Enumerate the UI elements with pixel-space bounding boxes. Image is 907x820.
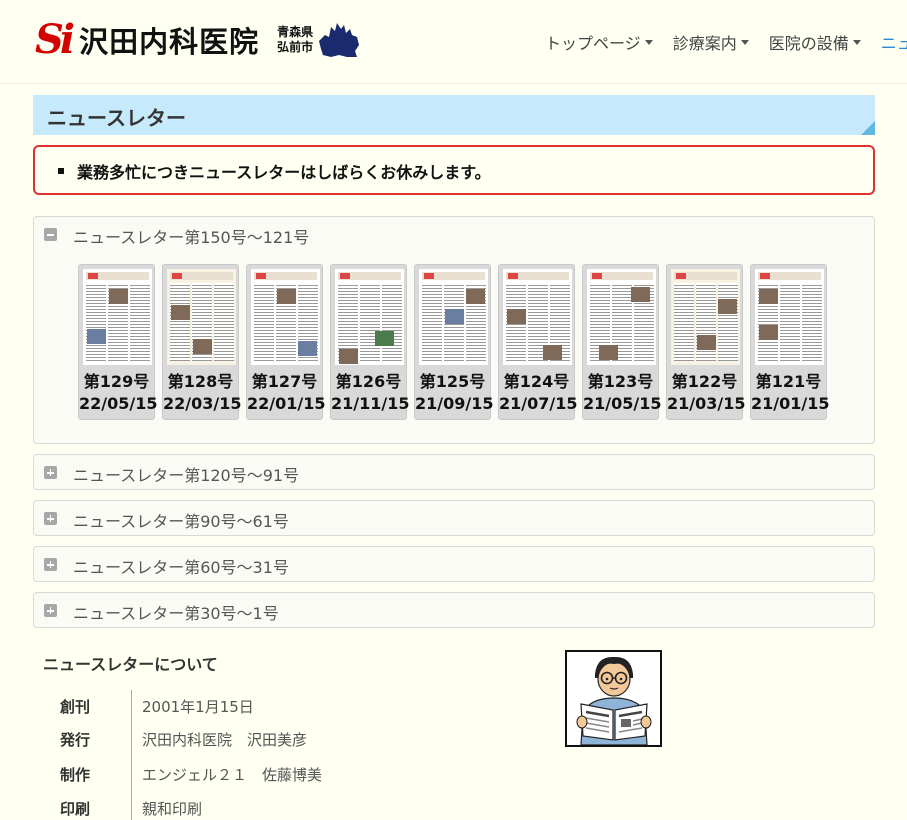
accordion-header[interactable]: ニュースレター第90号〜61号: [34, 501, 874, 536]
logo-mark: Si: [35, 16, 75, 63]
accordion-panel-90-61: ニュースレター第90号〜61号: [33, 500, 875, 536]
plus-icon: [44, 604, 57, 617]
accordion-label: ニュースレター第120号〜91号: [73, 466, 300, 485]
about-value: 2001年1月15日: [142, 698, 254, 716]
about-heading: ニュースレターについて: [43, 655, 218, 674]
main-nav: トップページ 診療案内 医院の設備 ニュ: [545, 30, 907, 54]
about-key: 印刷: [60, 800, 91, 818]
nav-label: ニュ: [880, 34, 907, 53]
about-value: エンジェル２１ 佐藤博美: [142, 766, 323, 784]
notice-box: 業務多忙につきニュースレターはしばらくお休みします。: [33, 145, 875, 195]
issue-date: 21/09/15: [415, 394, 494, 413]
nav-label: 医院の設備: [768, 34, 849, 53]
about-value: 親和印刷: [142, 800, 203, 818]
newspaper-reader-icon: [576, 656, 652, 746]
issue-date: 21/05/15: [583, 394, 662, 413]
issue-number: 第123号: [587, 372, 654, 391]
issue-date: 22/01/15: [247, 394, 326, 413]
issue-date: 21/03/15: [667, 394, 746, 413]
accordion-label: ニュースレター第150号〜121号: [73, 228, 310, 247]
newsletter-thumbnail: [83, 269, 152, 365]
accordion-panel-60-31: ニュースレター第60号〜31号: [33, 546, 875, 582]
accordion-header[interactable]: ニュースレター第150号〜121号: [34, 217, 874, 252]
accordion-label: ニュースレター第90号〜61号: [73, 512, 289, 531]
issue-number: 第129号: [83, 372, 150, 391]
location-prefecture: 青森県: [277, 25, 314, 39]
nav-newsletter[interactable]: ニュ: [881, 30, 907, 54]
newsletter-thumbnail: [419, 269, 488, 365]
issue-card-124[interactable]: 第124号 21/07/15: [498, 264, 578, 420]
minus-icon: [44, 228, 57, 241]
issue-card-122[interactable]: 第122号 21/03/15: [666, 264, 746, 420]
title-corner-decoration: [861, 121, 875, 135]
plus-icon: [44, 558, 57, 571]
about-value: 沢田内科医院 沢田美彦: [142, 731, 308, 749]
clinic-name: 沢田内科医院: [79, 25, 260, 59]
newsletter-thumbnail: [755, 269, 824, 365]
issue-number: 第124号: [503, 372, 570, 391]
aomori-map-icon: [319, 23, 360, 57]
newsletter-thumbnail: [503, 269, 572, 365]
about-row-printing: 印刷 親和印刷: [60, 792, 460, 820]
issue-date: 22/03/15: [163, 394, 242, 413]
caret-down-icon: [644, 39, 653, 45]
site-header: Si 沢田内科医院 青森県 弘前市 トップページ 診療案内 医院の設備 ニュ: [0, 0, 907, 84]
accordion-label: ニュースレター第30号〜1号: [73, 604, 279, 623]
page-title-text: ニュースレター: [47, 106, 186, 130]
caret-down-icon: [852, 39, 861, 45]
issue-card-121[interactable]: 第121号 21/01/15: [750, 264, 830, 420]
newsletter-thumbnail: [167, 269, 236, 365]
location-city: 弘前市: [277, 40, 314, 54]
caret-down-icon: [740, 39, 749, 45]
accordion-label: ニュースレター第60号〜31号: [73, 558, 289, 577]
plus-icon: [44, 466, 57, 479]
about-key: 創刊: [60, 698, 91, 716]
issue-card-126[interactable]: 第126号 21/11/15: [330, 264, 410, 420]
issue-card-127[interactable]: 第127号 22/01/15: [246, 264, 326, 420]
accordion-panel-30-1: ニュースレター第30号〜1号: [33, 592, 875, 628]
nav-label: 診療案内: [672, 34, 737, 53]
issue-number: 第121号: [755, 372, 822, 391]
plus-icon: [44, 512, 57, 525]
issue-list: 第129号 22/05/15 第128号 22/03/15 第127号 22/0…: [78, 264, 830, 420]
about-row-founded: 創刊 2001年1月15日: [60, 690, 460, 720]
notice-text: 業務多忙につきニュースレターはしばらくお休みします。: [77, 163, 491, 182]
accordion-panel-150-121: ニュースレター第150号〜121号 第129号 22/05/15 第128号 2…: [33, 216, 875, 444]
nav-facilities[interactable]: 医院の設備: [769, 30, 861, 54]
about-key: 制作: [60, 766, 91, 784]
nav-top-page[interactable]: トップページ: [545, 30, 653, 54]
newspaper-reader-illustration: [565, 650, 662, 747]
issue-card-123[interactable]: 第123号 21/05/15: [582, 264, 662, 420]
newsletter-thumbnail: [251, 269, 320, 365]
newsletter-thumbnail: [587, 269, 656, 365]
clinic-location: 青森県 弘前市: [277, 25, 313, 55]
issue-number: 第125号: [419, 372, 486, 391]
bullet-icon: [58, 168, 64, 174]
issue-number: 第122号: [671, 372, 738, 391]
issue-number: 第128号: [167, 372, 234, 391]
newsletter-thumbnail: [671, 269, 740, 365]
issue-date: 21/01/15: [751, 394, 830, 413]
accordion-panel-120-91: ニュースレター第120号〜91号: [33, 454, 875, 490]
nav-label: トップページ: [545, 34, 641, 53]
about-row-production: 制作 エンジェル２１ 佐藤博美: [60, 758, 460, 788]
issue-date: 21/07/15: [499, 394, 578, 413]
about-key: 発行: [60, 731, 91, 749]
issue-number: 第126号: [335, 372, 402, 391]
issue-card-125[interactable]: 第125号 21/09/15: [414, 264, 494, 420]
accordion-header[interactable]: ニュースレター第120号〜91号: [34, 455, 874, 490]
newsletter-thumbnail: [335, 269, 404, 365]
issue-card-128[interactable]: 第128号 22/03/15: [162, 264, 242, 420]
nav-clinic-guide[interactable]: 診療案内: [673, 30, 749, 54]
clinic-logo[interactable]: Si 沢田内科医院 青森県 弘前市: [35, 18, 361, 62]
accordion-header[interactable]: ニュースレター第30号〜1号: [34, 593, 874, 628]
issue-card-129[interactable]: 第129号 22/05/15: [78, 264, 158, 420]
issue-number: 第127号: [251, 372, 318, 391]
about-row-publisher: 発行 沢田内科医院 沢田美彦: [60, 723, 460, 753]
page-title: ニュースレター: [33, 95, 875, 135]
accordion-header[interactable]: ニュースレター第60号〜31号: [34, 547, 874, 582]
issue-date: 22/05/15: [79, 394, 158, 413]
issue-date: 21/11/15: [331, 394, 410, 413]
